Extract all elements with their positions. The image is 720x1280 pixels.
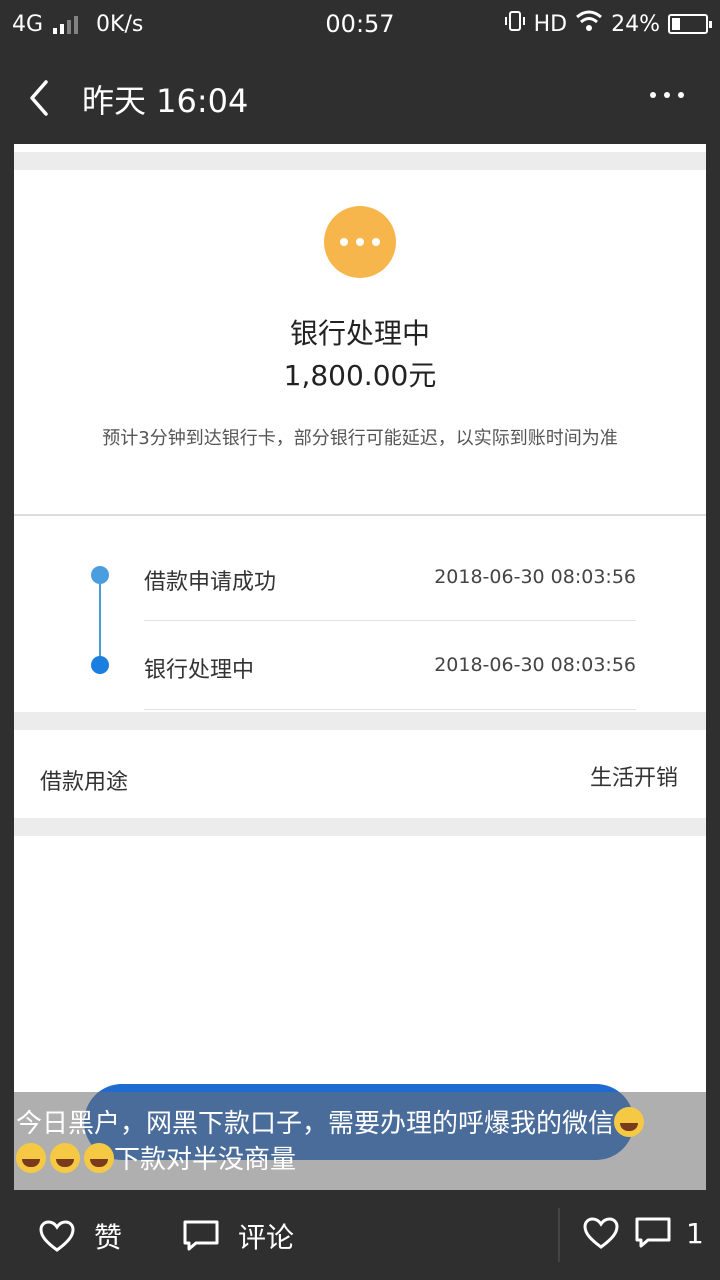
separator-band: [14, 818, 706, 836]
title-bar: 昨天 16:04: [0, 52, 720, 144]
purpose-value: 生活开销: [589, 766, 678, 791]
timeline-label: 借款申请成功: [144, 570, 277, 595]
hd-indicator: HD: [533, 11, 568, 37]
like-label: 赞: [94, 1221, 123, 1254]
vibrate-icon: [504, 10, 526, 38]
caption-text: 下款对半没商量: [114, 1145, 297, 1175]
comment-button[interactable]: 评论: [182, 1216, 294, 1256]
page-title: 昨天 16:04: [82, 82, 249, 120]
timeline-divider: [144, 620, 636, 621]
purpose-label: 借款用途: [40, 770, 129, 795]
battery-percent: 24%: [611, 11, 660, 37]
like-button[interactable]: 赞: [38, 1216, 122, 1256]
separator-band: [14, 152, 706, 170]
pending-icon: [324, 206, 396, 278]
comment-label: 评论: [238, 1221, 295, 1254]
post-caption: 今日黑户，网黑下款口子，需要办理的呼爆我的微信 下款对半没商量: [14, 1092, 706, 1190]
comment-count: 1: [686, 1216, 704, 1250]
battery-icon: [668, 14, 712, 34]
back-button[interactable]: [22, 76, 62, 120]
caption-text: 今日黑户，网黑下款口子，需要办理的呼爆我的微信: [16, 1109, 615, 1139]
section-divider: [14, 514, 706, 516]
post-image[interactable]: 银行处理中 1,800.00元 预计3分钟到达银行卡，部分银行可能延迟，以实际到…: [14, 144, 706, 1190]
timeline-dot: [91, 566, 109, 584]
back-arrow-icon: [30, 80, 48, 116]
timeline-dot: [91, 656, 109, 674]
timeline-divider: [144, 709, 636, 710]
heart-icon: [39, 1220, 75, 1252]
comment-icon: [183, 1220, 219, 1251]
network-speed: 0K/s: [96, 12, 144, 37]
more-options-button[interactable]: [650, 92, 684, 98]
bottom-bar: 赞 评论 1: [0, 1190, 720, 1280]
bottom-divider: [558, 1208, 560, 1262]
laugh-cry-emoji-icon: [16, 1143, 46, 1173]
timeline-time: 2018-06-30 08:03:56: [434, 654, 636, 676]
separator-band: [14, 712, 706, 730]
timeline-line: [99, 576, 101, 666]
network-type: 4G: [12, 12, 44, 37]
wifi-icon: [575, 10, 603, 38]
status-bar: 4G 0K/s 00:57 HD 24%: [0, 0, 720, 52]
reactions-summary[interactable]: 1: [582, 1216, 704, 1250]
timeline-label: 银行处理中: [144, 658, 255, 683]
laugh-cry-emoji-icon: [614, 1107, 645, 1137]
heart-icon: [583, 1217, 619, 1249]
amount: 1,800.00元: [283, 359, 437, 392]
arrival-note: 预计3分钟到达银行卡，部分银行可能延迟，以实际到账时间为准: [102, 428, 618, 449]
laugh-cry-emoji-icon: [84, 1143, 114, 1173]
laugh-cry-emoji-icon: [50, 1143, 80, 1173]
status-title: 银行处理中: [289, 317, 430, 350]
signal-icon: [53, 15, 79, 34]
more-dots-icon: [650, 92, 656, 98]
timeline-time: 2018-06-30 08:03:56: [434, 566, 636, 588]
comment-icon: [635, 1217, 671, 1248]
